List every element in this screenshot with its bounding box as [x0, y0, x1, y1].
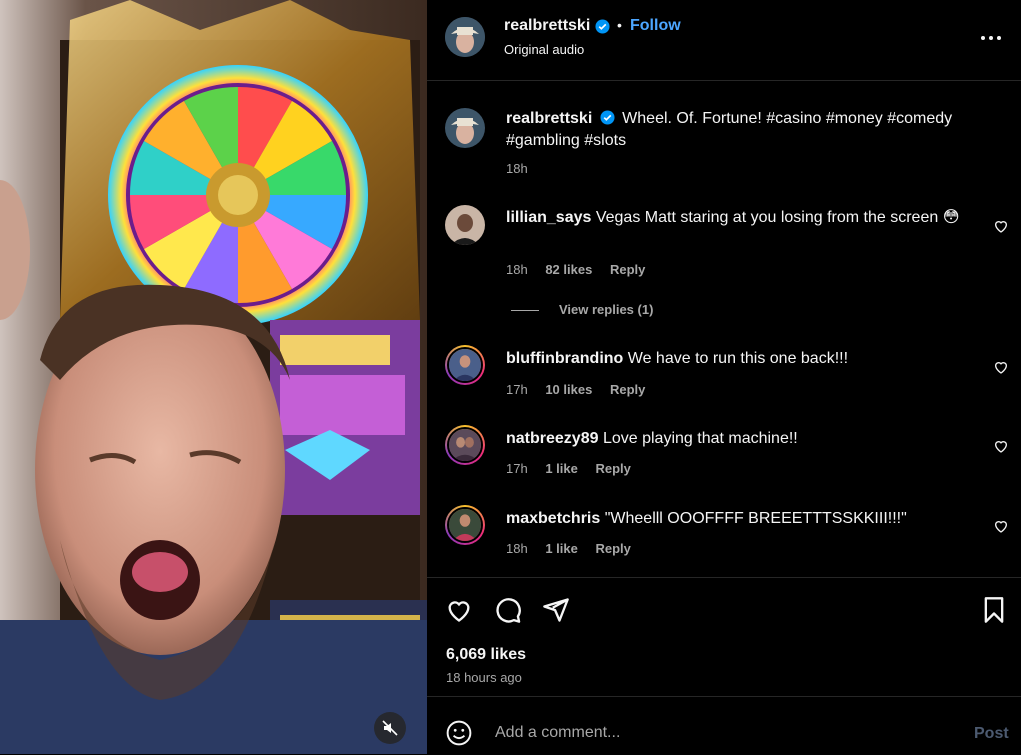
audio-label[interactable]: Original audio: [504, 42, 584, 57]
comment-meta: 17h 10 likes Reply: [506, 382, 659, 397]
mute-toggle-button[interactable]: [374, 712, 406, 744]
comment-likes[interactable]: 1 like: [545, 541, 578, 556]
comment-time: 17h: [506, 461, 528, 476]
comment-likes[interactable]: 1 like: [545, 461, 578, 476]
verified-badge-icon: [600, 110, 615, 125]
comment-body: "Wheelll OOOFFFF BREEETTTSSKKIII!!!": [604, 510, 907, 527]
comment-text: bluffinbrandino We have to run this one …: [506, 348, 966, 370]
reply-button[interactable]: Reply: [610, 382, 645, 397]
comment-input[interactable]: [493, 723, 947, 743]
comment-username[interactable]: natbreezy89: [506, 430, 599, 447]
share-icon[interactable]: [542, 596, 570, 624]
more-icon[interactable]: [979, 28, 1003, 48]
story-ring-avatar[interactable]: [445, 425, 485, 465]
avatar[interactable]: [445, 108, 485, 148]
action-bar: 6,069 likes 18 hours ago: [427, 577, 1021, 696]
comment-icon[interactable]: [494, 596, 522, 624]
comment-body: Vegas Matt staring at you losing from th…: [595, 209, 960, 226]
post-timestamp[interactable]: 18 hours ago: [446, 670, 522, 685]
emoji-icon[interactable]: [446, 720, 472, 746]
reply-button[interactable]: Reply: [610, 262, 645, 277]
caption-text: realbrettski Wheel. Of. Fortune! #casino…: [506, 108, 966, 152]
comment-body: Love playing that machine!!: [602, 430, 798, 447]
follow-button[interactable]: Follow: [630, 17, 681, 35]
heart-icon[interactable]: [445, 596, 473, 624]
comment-text: maxbetchris "Wheelll OOOFFFF BREEETTTSSK…: [506, 508, 966, 530]
heart-icon[interactable]: [993, 438, 1009, 454]
comment-meta: 18h 1 like Reply: [506, 541, 645, 556]
post-button[interactable]: Post: [974, 725, 1009, 743]
comment-text: lillian_says Vegas Matt staring at you l…: [506, 207, 966, 229]
story-ring-avatar[interactable]: [445, 505, 485, 545]
comment-time: 18h: [506, 262, 528, 277]
story-ring-avatar[interactable]: [445, 345, 485, 385]
reply-button[interactable]: Reply: [595, 541, 630, 556]
like-count[interactable]: 6,069 likes: [446, 646, 526, 664]
post-video[interactable]: [0, 0, 427, 754]
comment-likes[interactable]: 82 likes: [545, 262, 592, 277]
avatar[interactable]: [445, 205, 485, 245]
view-replies-button[interactable]: View replies (1): [511, 302, 653, 317]
muted-speaker-icon: [382, 720, 398, 736]
separator-dot: •: [617, 17, 622, 33]
comment-time: 18h: [506, 541, 528, 556]
view-replies-label: View replies (1): [559, 302, 654, 317]
comment-text: natbreezy89 Love playing that machine!!: [506, 428, 966, 450]
comment-username[interactable]: maxbetchris: [506, 510, 600, 527]
heart-icon[interactable]: [993, 518, 1009, 534]
video-frame: [0, 0, 427, 754]
comment-username[interactable]: lillian_says: [506, 209, 591, 226]
post-details-panel: realbrettski • Follow Original audio rea…: [427, 0, 1021, 754]
caption-username[interactable]: realbrettski: [506, 110, 592, 127]
caption-time: 18h: [506, 161, 528, 176]
heart-icon[interactable]: [993, 359, 1009, 375]
replies-divider: [511, 310, 539, 312]
post-header: realbrettski • Follow Original audio: [427, 0, 1021, 81]
comment-meta: 17h 1 like Reply: [506, 461, 645, 476]
avatar[interactable]: [445, 17, 485, 57]
comment-time: 17h: [506, 382, 528, 397]
reply-button[interactable]: Reply: [595, 461, 630, 476]
heart-icon[interactable]: [993, 218, 1009, 234]
comment-username[interactable]: bluffinbrandino: [506, 350, 623, 367]
verified-badge-icon: [595, 19, 610, 34]
comment-meta: 18h 82 likes Reply: [506, 262, 659, 277]
comment-composer: Post: [427, 696, 1021, 755]
bookmark-icon[interactable]: [980, 596, 1008, 624]
header-username[interactable]: realbrettski: [504, 17, 590, 35]
comment-likes[interactable]: 10 likes: [545, 382, 592, 397]
comment-body: We have to run this one back!!!: [627, 350, 849, 367]
